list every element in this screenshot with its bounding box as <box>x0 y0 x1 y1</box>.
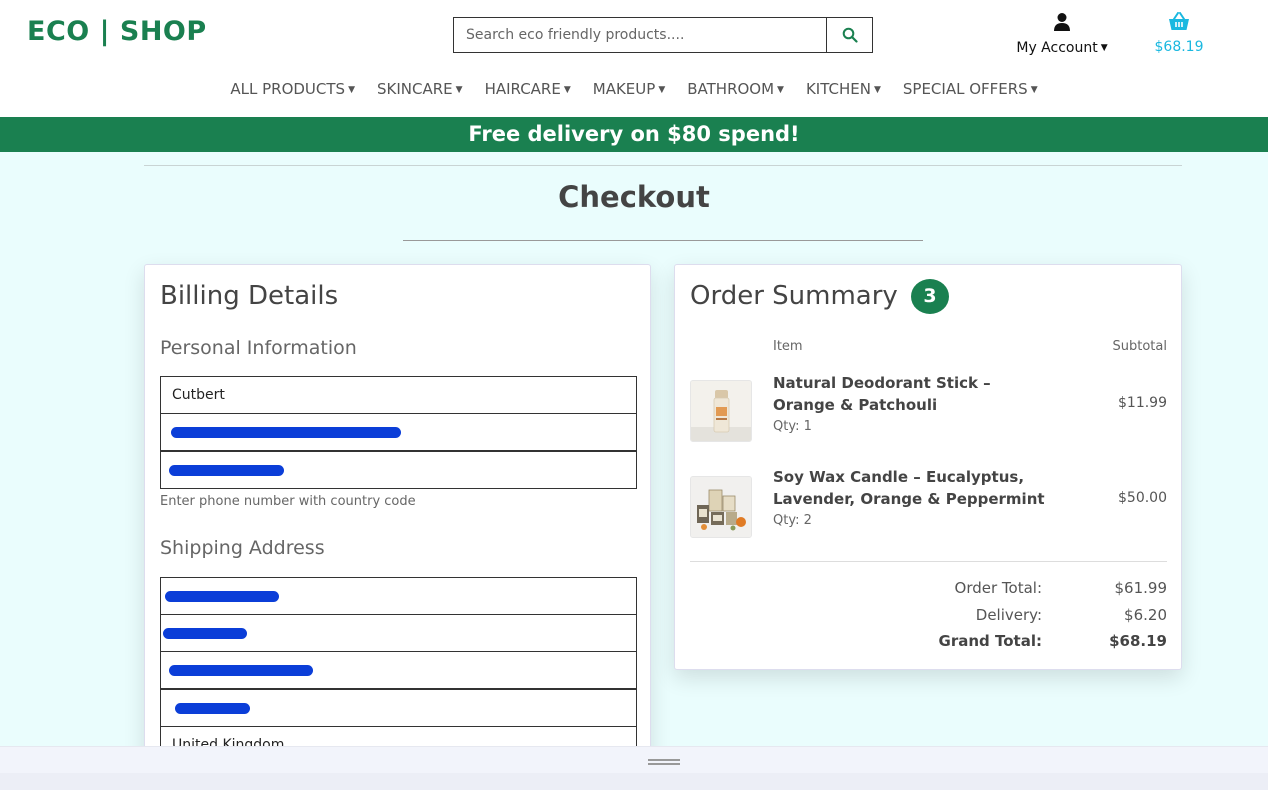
delivery-banner: Free delivery on $80 spend! <box>0 117 1268 152</box>
delivery-label: Delivery: <box>975 606 1042 624</box>
column-header-subtotal: Subtotal <box>1112 339 1167 354</box>
personal-info-label: Personal Information <box>160 337 357 359</box>
caret-down-icon: ▼ <box>873 84 881 95</box>
nav-label: SKINCARE <box>377 80 453 98</box>
nav-skincare[interactable]: SKINCARE ▼ <box>377 80 463 98</box>
caret-down-icon: ▼ <box>1100 43 1108 53</box>
user-icon <box>1054 13 1070 31</box>
caret-down-icon: ▼ <box>1030 84 1038 95</box>
nav-label: KITCHEN <box>805 80 871 98</box>
nav-bathroom[interactable]: BATHROOM ▼ <box>687 80 784 98</box>
product-name[interactable]: Soy Wax Candle – Eucalyptus, Lavender, O… <box>773 466 1053 510</box>
column-header-item: Item <box>773 339 803 354</box>
redaction-mark <box>175 703 250 714</box>
divider <box>403 240 923 241</box>
redaction-mark <box>165 591 279 602</box>
nav-label: HAIRCARE <box>484 80 561 98</box>
order-total-label: Order Total: <box>954 579 1042 597</box>
caret-down-icon: ▼ <box>348 84 355 95</box>
phone-help-text: Enter phone number with country code <box>160 494 416 509</box>
delivery-value: $6.20 <box>1124 606 1167 624</box>
caret-down-icon: ▼ <box>777 84 784 95</box>
product-name[interactable]: Natural Deodorant Stick – Orange & Patch… <box>773 372 1053 416</box>
postcode-field[interactable] <box>160 689 637 727</box>
redaction-mark <box>169 465 284 476</box>
street-address-2-field[interactable] <box>160 614 637 652</box>
nav-haircare[interactable]: HAIRCARE ▼ <box>485 80 571 98</box>
nav-all-products[interactable]: ALL PRODUCTS ▼ <box>230 80 355 98</box>
divider <box>690 561 1167 562</box>
my-account-menu[interactable]: My Account ▼ <box>1007 12 1117 56</box>
cart-total: $68.19 <box>1154 39 1204 55</box>
search-bar <box>453 17 873 53</box>
town-city-field[interactable] <box>160 651 637 689</box>
nav-label: BATHROOM <box>687 80 775 98</box>
billing-details-card: Billing Details Personal Information Cut… <box>144 264 651 764</box>
main-nav: ALL PRODUCTS ▼ SKINCARE ▼ HAIRCARE ▼ MAKEUP… <box>0 80 1268 98</box>
caret-down-icon: ▼ <box>563 84 571 95</box>
grand-total-value: $68.19 <box>1109 632 1167 650</box>
product-qty: Qty: 1 <box>773 419 812 434</box>
redaction-mark <box>169 665 313 676</box>
order-summary-title: Order Summary <box>690 281 898 311</box>
order-total-value: $61.99 <box>1114 579 1168 597</box>
nav-kitchen[interactable]: KITCHEN ▼ <box>806 80 881 98</box>
full-name-field[interactable]: Cutbert <box>160 376 637 414</box>
nav-label: MAKEUP <box>592 80 656 98</box>
bottom-drawer <box>0 746 1268 790</box>
redaction-mark <box>171 427 401 438</box>
search-icon <box>842 27 858 43</box>
item-count-badge: 3 <box>911 279 949 314</box>
site-logo[interactable]: ECO | SHOP <box>27 16 207 47</box>
caret-down-icon: ▼ <box>658 84 666 95</box>
search-button[interactable] <box>826 18 872 52</box>
product-thumbnail[interactable] <box>690 476 752 538</box>
nav-special-offers[interactable]: SPECIAL OFFERS ▼ <box>903 80 1038 98</box>
billing-title: Billing Details <box>160 281 339 311</box>
street-address-1-field[interactable] <box>160 577 637 615</box>
product-thumbnail[interactable] <box>690 380 752 442</box>
divider <box>144 165 1182 166</box>
search-input[interactable] <box>454 18 826 52</box>
nav-label: SPECIAL OFFERS <box>902 80 1028 98</box>
cart-link[interactable]: $68.19 <box>1148 12 1210 55</box>
nav-makeup[interactable]: MAKEUP ▼ <box>593 80 665 98</box>
site-header: ECO | SHOP My Account▼ $68.19 ALL PRODUC… <box>0 0 1268 117</box>
order-summary-card: Order Summary 3 Item Subtotal Natural De… <box>674 264 1182 670</box>
account-label: My Account <box>1016 40 1098 56</box>
grand-total-label: Grand Total: <box>938 632 1042 650</box>
product-subtotal: $11.99 <box>1118 395 1167 411</box>
email-field[interactable] <box>160 413 637 451</box>
redaction-mark <box>163 628 247 639</box>
bottom-strip <box>0 773 1268 790</box>
deodorant-stick-image <box>691 381 751 441</box>
candle-jars-image <box>691 477 751 537</box>
basket-icon <box>1169 12 1189 30</box>
product-qty: Qty: 2 <box>773 513 812 528</box>
caret-down-icon: ▼ <box>455 84 463 95</box>
shipping-address-label: Shipping Address <box>160 537 325 559</box>
nav-label: ALL PRODUCTS <box>230 80 346 98</box>
phone-field[interactable] <box>160 451 637 489</box>
drag-handle[interactable] <box>648 759 680 765</box>
product-subtotal: $50.00 <box>1118 490 1167 506</box>
page-title: Checkout <box>558 180 710 214</box>
